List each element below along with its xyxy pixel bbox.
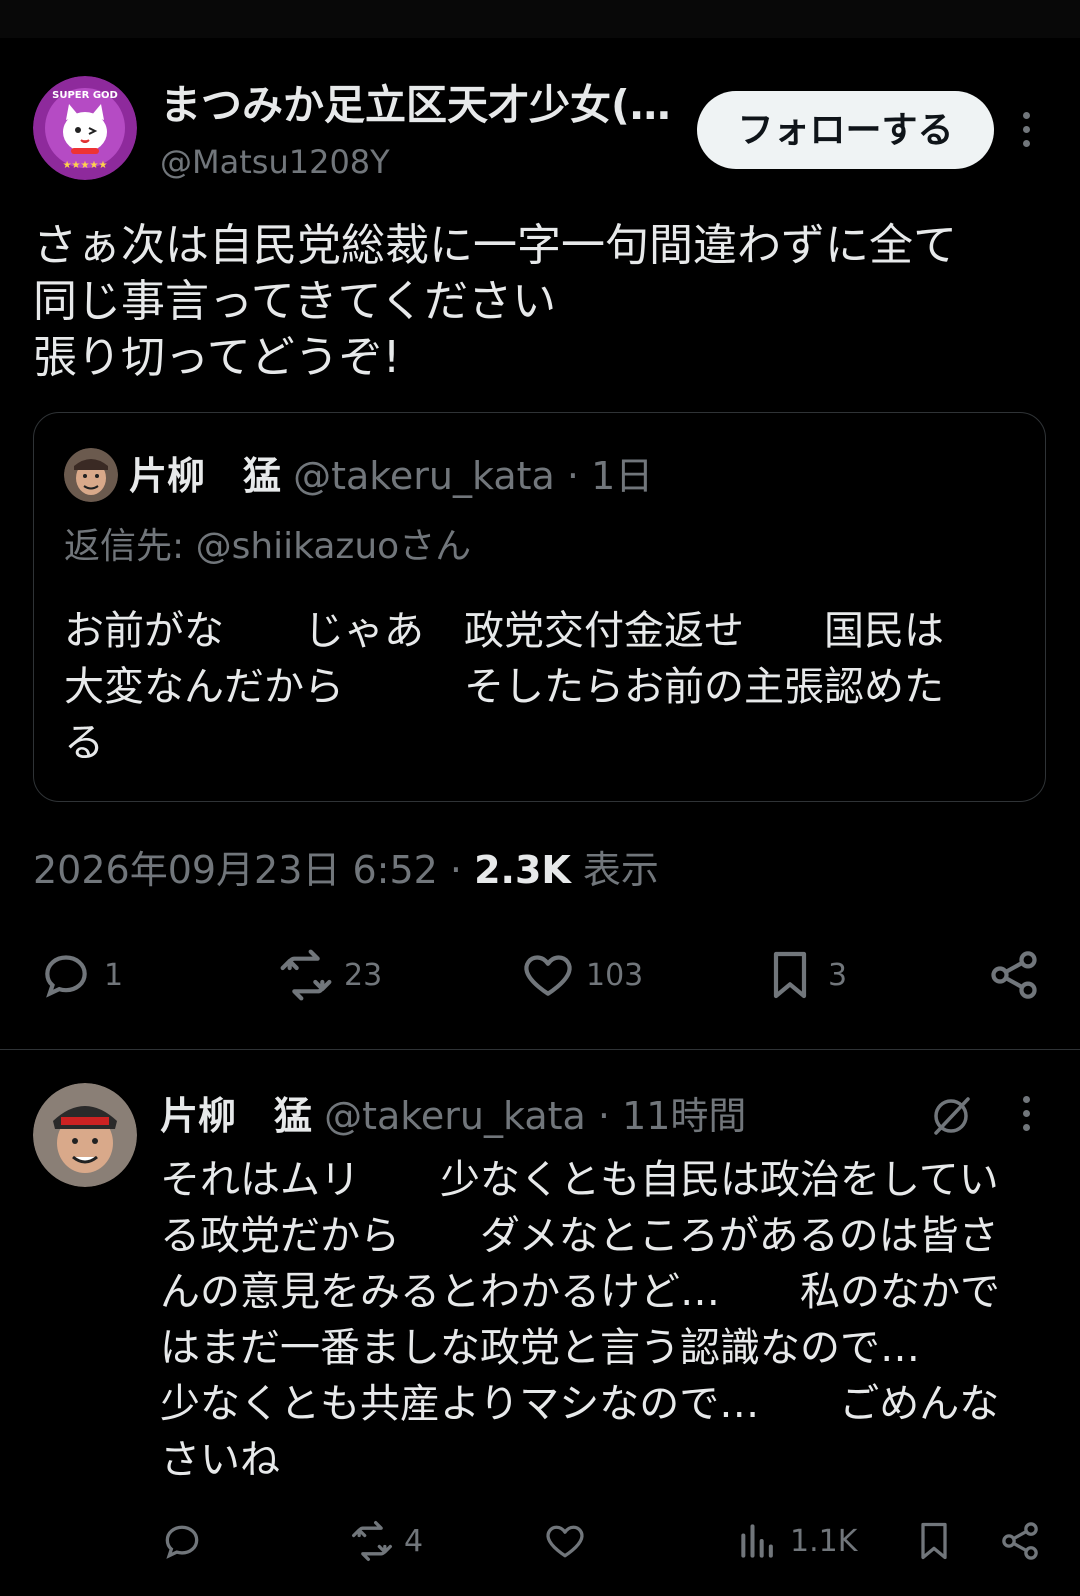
reply-text-line: それはムリ 少なくとも自民は政治をしてい bbox=[160, 1157, 999, 1203]
post-views-label: 表示 bbox=[570, 848, 659, 892]
post-text-line: 同じ事言ってきてください bbox=[33, 276, 557, 327]
author-display-name[interactable]: まつみか足立区天才少女(… bbox=[160, 80, 680, 130]
share-button[interactable] bbox=[986, 945, 1042, 1005]
quoted-text-line: お前がな じゃあ 政党交付金返せ 国民は bbox=[64, 608, 944, 654]
reply-text-line: んの意見をみるとわかるけど… 私のなかで bbox=[160, 1269, 1000, 1315]
heart-icon bbox=[546, 1525, 584, 1558]
reply-author-meta: @takeru_kata · 11時間 bbox=[312, 1094, 747, 1138]
reply-repost-count: 4 bbox=[404, 1523, 424, 1559]
reply-text: それはムリ 少なくとも自民は政治をしてい る政党だから ダメなところがあるのは皆… bbox=[160, 1152, 1060, 1488]
post-timestamp: 2026年09月23日 6:52 · 2.3K 表示 bbox=[33, 846, 659, 894]
quoted-author-avatar bbox=[64, 448, 118, 502]
quoted-author-meta: @takeru_kata · 1日 bbox=[281, 454, 654, 498]
quoted-text-line: る bbox=[64, 720, 104, 766]
repost-icon bbox=[352, 1521, 392, 1561]
svg-text:★★★★★: ★★★★★ bbox=[63, 160, 108, 171]
quoted-reply-to: 返信先: @shiikazuoさん bbox=[64, 526, 472, 567]
reply-share-button[interactable] bbox=[998, 1516, 1042, 1566]
repost-icon bbox=[280, 949, 332, 1001]
quoted-post[interactable]: 片柳 猛 @takeru_kata · 1日 返信先: @shiikazuoさん… bbox=[33, 412, 1046, 802]
reply-views-button[interactable]: 1.1K bbox=[736, 1516, 857, 1566]
more-options-icon[interactable] bbox=[1014, 112, 1038, 152]
reply-text-line: さいね bbox=[160, 1437, 280, 1483]
quoted-post-text: お前がな じゃあ 政党交付金返せ 国民は 大変なんだから そしたらお前の主張認め… bbox=[64, 603, 1024, 771]
reply-author-avatar[interactable] bbox=[33, 1083, 137, 1187]
post-views-count: 2.3K bbox=[474, 848, 571, 892]
like-count: 103 bbox=[586, 957, 644, 993]
reply-count: 1 bbox=[104, 957, 124, 993]
reply-views-count: 1.1K bbox=[790, 1523, 858, 1559]
repost-button[interactable]: 23 bbox=[278, 945, 382, 1005]
bookmark-icon bbox=[921, 1522, 947, 1560]
reply-like-button[interactable] bbox=[543, 1516, 587, 1566]
share-icon bbox=[991, 951, 1037, 999]
reply-icon bbox=[45, 955, 87, 998]
reply-bookmark-button[interactable] bbox=[912, 1516, 956, 1566]
grok-icon[interactable] bbox=[926, 1091, 976, 1141]
post-date: 2026年09月23日 6:52 · bbox=[33, 848, 475, 892]
post-text: さぁ次は自民党総裁に一字一句間違わずに全て 同じ事言ってきてください 張り切って… bbox=[33, 218, 1043, 386]
analytics-icon bbox=[741, 1524, 773, 1558]
avatar-badge-text: SUPER GOD bbox=[52, 90, 118, 101]
reply-more-options-icon[interactable] bbox=[1014, 1096, 1038, 1136]
reply-button[interactable]: 1 bbox=[38, 945, 123, 1005]
share-icon bbox=[1002, 1522, 1038, 1560]
author-handle[interactable]: @Matsu1208Y bbox=[160, 142, 390, 182]
reply-text-line: 少なくとも共産よりマシなので… ごめんな bbox=[160, 1381, 1000, 1427]
reply-header: 片柳 猛 @takeru_kata · 11時間 bbox=[160, 1091, 746, 1141]
quoted-post-header: 片柳 猛 @takeru_kata · 1日 bbox=[129, 451, 653, 501]
reply-author-name[interactable]: 片柳 猛 bbox=[160, 1094, 312, 1138]
reply-repost-button[interactable]: 4 bbox=[350, 1516, 423, 1566]
follow-button[interactable]: フォローする bbox=[697, 91, 994, 169]
bookmark-button[interactable]: 3 bbox=[762, 945, 847, 1005]
reply-text-line: はまだ一番ましな政党と言う認識なので… bbox=[160, 1325, 920, 1371]
reply-text-line: る政党だから ダメなところがあるのは皆さ bbox=[160, 1213, 999, 1259]
quoted-text-line: 大変なんだから そしたらお前の主張認めた bbox=[64, 664, 944, 710]
author-avatar[interactable]: SUPER GOD ★★★★★ bbox=[33, 76, 137, 180]
heart-icon bbox=[524, 955, 572, 996]
status-bar-area bbox=[0, 0, 1080, 38]
reply-icon bbox=[165, 1525, 199, 1559]
quoted-author-name[interactable]: 片柳 猛 bbox=[129, 454, 281, 498]
post-text-line: 張り切ってどうぞ! bbox=[33, 332, 401, 383]
like-button[interactable]: 103 bbox=[520, 945, 643, 1005]
bookmark-count: 3 bbox=[828, 957, 848, 993]
post-text-line: さぁ次は自民党総裁に一字一句間違わずに全て bbox=[33, 220, 957, 271]
bookmark-icon bbox=[773, 951, 807, 999]
reply-reply-button[interactable] bbox=[160, 1516, 204, 1566]
divider bbox=[0, 1049, 1080, 1050]
repost-count: 23 bbox=[344, 957, 383, 993]
